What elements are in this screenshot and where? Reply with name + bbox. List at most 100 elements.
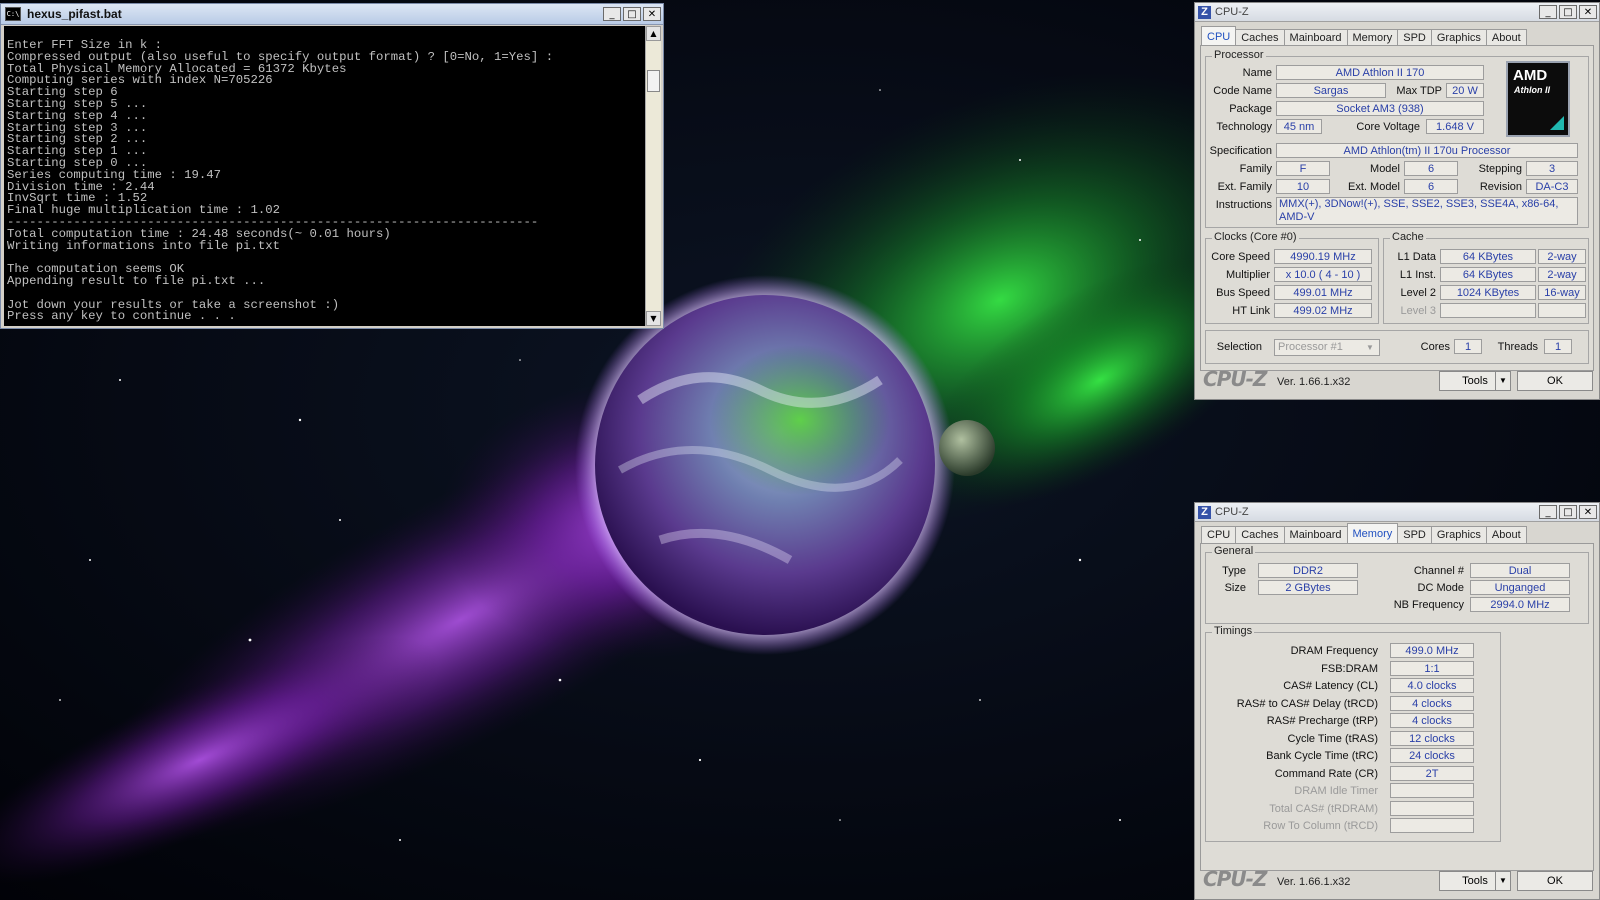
threads-label: Threads [1497, 341, 1538, 353]
codename-field: Sargas [1276, 83, 1386, 98]
name-label: Name [1242, 67, 1272, 79]
tab-mainboard[interactable]: Mainboard [1283, 526, 1348, 543]
cores-label: Cores [1420, 341, 1450, 353]
timing-label: Command Rate (CR) [1274, 767, 1378, 780]
close-button[interactable]: ✕ [643, 7, 661, 21]
minimize-button[interactable]: _ [603, 7, 621, 21]
tab-graphics[interactable]: Graphics [1430, 526, 1487, 543]
tab-graphics[interactable]: Graphics [1430, 29, 1487, 46]
tab-memory[interactable]: Memory [1346, 523, 1399, 543]
maximize-button[interactable]: □ [1559, 5, 1577, 19]
scroll-down-icon[interactable]: ▼ [646, 311, 661, 326]
tab-about[interactable]: About [1485, 29, 1527, 46]
minimize-button[interactable]: _ [1539, 505, 1557, 519]
cpuz-cpu-title: CPU-Z [1215, 6, 1249, 18]
chevron-down-icon[interactable]: ▼ [1495, 872, 1510, 890]
instructions-label: Instructions [1215, 199, 1272, 211]
timings-group: Timings DRAM Frequency 499.0 MHz FSB:DRAM 1… [1205, 625, 1501, 842]
console-scrollbar[interactable]: ▲ ▼ [645, 26, 661, 326]
clocks-group: Clocks (Core #0) Core Speed 4990.19 MHz … [1205, 231, 1379, 324]
general-group-title: General [1212, 545, 1256, 557]
processor-select-value: Processor #1 [1278, 341, 1343, 353]
tab-cpu[interactable]: CPU [1201, 26, 1237, 46]
console-line: Press any key to continue . . . [7, 309, 236, 324]
l1-inst-field: 64 KBytes [1440, 267, 1536, 282]
size-label: Size [1224, 582, 1246, 594]
codename-label: Code Name [1213, 85, 1272, 97]
scroll-up-icon[interactable]: ▲ [646, 26, 661, 41]
dc-mode-field: Unganged [1470, 580, 1570, 595]
cpuz-memory-panel: General Type DDR2 Size 2 GBytes Channel … [1200, 543, 1594, 871]
tab-spd[interactable]: SPD [1397, 526, 1432, 543]
timing-label: RAS# Precharge (tRP) [1266, 715, 1378, 727]
general-group: General Type DDR2 Size 2 GBytes Channel … [1205, 545, 1589, 624]
ext-model-label: Ext. Model [1348, 181, 1400, 193]
type-label: Type [1222, 565, 1246, 577]
minimize-button[interactable]: _ [1539, 5, 1557, 19]
ht-link-field: 499.02 MHz [1274, 303, 1372, 318]
tab-memory[interactable]: Memory [1346, 29, 1399, 46]
level3-label: Level 3 [1400, 305, 1436, 317]
timing-value: 2T [1390, 765, 1474, 781]
tools-button[interactable]: Tools ▼ [1439, 871, 1511, 891]
clocks-group-title: Clocks (Core #0) [1212, 231, 1299, 243]
console-line: Appending result to file pi.txt ... [7, 273, 266, 288]
selection-label: Selection [1216, 341, 1262, 353]
tab-spd[interactable]: SPD [1397, 29, 1432, 46]
package-label: Package [1229, 103, 1272, 115]
console-title: hexus_pifast.bat [27, 7, 122, 21]
timing-value [1390, 783, 1474, 798]
timing-label: Bank Cycle Time (tRC) [1266, 750, 1378, 762]
tab-mainboard[interactable]: Mainboard [1283, 29, 1348, 46]
tab-caches[interactable]: Caches [1235, 29, 1285, 46]
l1-data-way-field: 2-way [1538, 249, 1586, 264]
console-output[interactable]: Enter FFT Size in k : Compressed output … [4, 26, 647, 326]
corevoltage-label: Core Voltage [1356, 121, 1420, 133]
processor-group: Processor Name AMD Athlon II 170 Code Na… [1205, 49, 1589, 228]
ok-button[interactable]: OK [1517, 371, 1593, 391]
timing-value: 4 clocks [1390, 695, 1474, 711]
tab-caches[interactable]: Caches [1235, 526, 1285, 543]
cpuz-memory-window[interactable]: Z CPU-Z _ □ ✕ CPU Caches Mainboard Memor… [1194, 502, 1600, 900]
close-button[interactable]: ✕ [1579, 505, 1597, 519]
tab-cpu[interactable]: CPU [1201, 526, 1237, 543]
cpu-name-field: AMD Athlon II 170 [1276, 65, 1484, 80]
cpuz-footer-brand: CPU-Z [1203, 867, 1267, 891]
family-label: Family [1239, 163, 1272, 175]
cpuz-version: Ver. 1.66.1.x32 [1277, 376, 1351, 388]
maximize-button[interactable]: □ [1559, 505, 1577, 519]
instructions-field: MMX(+), 3DNow!(+), SSE, SSE2, SSE3, SSE4… [1276, 197, 1578, 225]
timing-value [1390, 800, 1474, 816]
selection-row: Selection Processor #1 ▼ Cores 1 Threads… [1205, 330, 1589, 364]
cpuz-cpu-window[interactable]: Z CPU-Z _ □ ✕ CPU Caches Mainboard Memor… [1194, 2, 1600, 400]
threads-field: 1 [1544, 339, 1572, 354]
cpuz-app-icon: Z [1198, 505, 1211, 519]
timing-label: Row To Column (tRCD) [1263, 820, 1378, 832]
chevron-down-icon[interactable]: ▼ [1495, 372, 1510, 390]
maximize-button[interactable]: □ [623, 7, 641, 21]
core-speed-label: Core Speed [1211, 251, 1270, 263]
close-button[interactable]: ✕ [1579, 5, 1597, 19]
channel-field: Dual [1470, 563, 1570, 578]
cpuz-memory-titlebar[interactable]: Z CPU-Z _ □ ✕ [1195, 503, 1599, 522]
cpuz-memory-title: CPU-Z [1215, 506, 1249, 518]
level2-field: 1024 KBytes [1440, 285, 1536, 300]
maxtdp-field: 20 W [1446, 83, 1484, 98]
level3-way-field [1538, 303, 1586, 318]
console-window[interactable]: C:\ hexus_pifast.bat _ □ ✕ Enter FFT Siz… [0, 3, 664, 329]
ok-button[interactable]: OK [1517, 871, 1593, 891]
console-app-icon: C:\ [5, 7, 21, 21]
cache-group-title: Cache [1390, 231, 1426, 243]
processor-select[interactable]: Processor #1 ▼ [1274, 339, 1380, 356]
tools-button[interactable]: Tools ▼ [1439, 371, 1511, 391]
l1-inst-way-field: 2-way [1538, 267, 1586, 282]
size-field: 2 GBytes [1258, 580, 1358, 595]
console-titlebar[interactable]: C:\ hexus_pifast.bat _ □ ✕ [1, 4, 663, 25]
package-field: Socket AM3 (938) [1276, 101, 1484, 116]
scroll-thumb[interactable] [647, 70, 660, 92]
cpuz-cpu-titlebar[interactable]: Z CPU-Z _ □ ✕ [1195, 3, 1599, 22]
timing-label: DRAM Frequency [1290, 645, 1378, 657]
nb-frequency-label: NB Frequency [1393, 599, 1464, 611]
multiplier-label: Multiplier [1225, 269, 1270, 281]
tab-about[interactable]: About [1485, 526, 1527, 543]
